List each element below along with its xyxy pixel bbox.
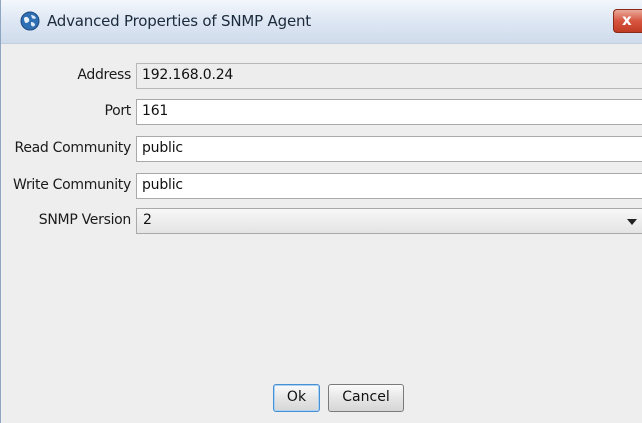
chevron-down-icon[interactable] <box>627 219 637 225</box>
dialog-window: Advanced Properties of SNMP Agent x Addr… <box>0 0 642 423</box>
globe-network-icon <box>20 11 40 31</box>
port-label: Port <box>104 103 131 119</box>
write-community-label: Write Community <box>13 177 131 193</box>
form-panel: Address 192.168.0.24 Port 161 Read Commu… <box>2 44 642 423</box>
cancel-button[interactable]: Cancel <box>328 384 404 412</box>
snmp-version-label: SNMP Version <box>38 212 132 228</box>
close-button[interactable]: x <box>613 9 642 33</box>
snmp-version-value: 2 <box>143 212 152 228</box>
window-title: Advanced Properties of SNMP Agent <box>47 12 311 30</box>
address-field: 192.168.0.24 <box>136 63 642 89</box>
address-label: Address <box>77 67 131 83</box>
snmp-version-select[interactable]: 2 <box>136 208 642 234</box>
ok-button[interactable]: Ok <box>273 384 320 412</box>
close-icon: x <box>622 11 632 29</box>
write-community-field[interactable]: public <box>136 173 642 199</box>
title-bar[interactable]: Advanced Properties of SNMP Agent x <box>1 0 642 44</box>
read-community-field[interactable]: public <box>136 136 642 162</box>
port-field[interactable]: 161 <box>136 99 642 125</box>
read-community-label: Read Community <box>14 140 132 156</box>
